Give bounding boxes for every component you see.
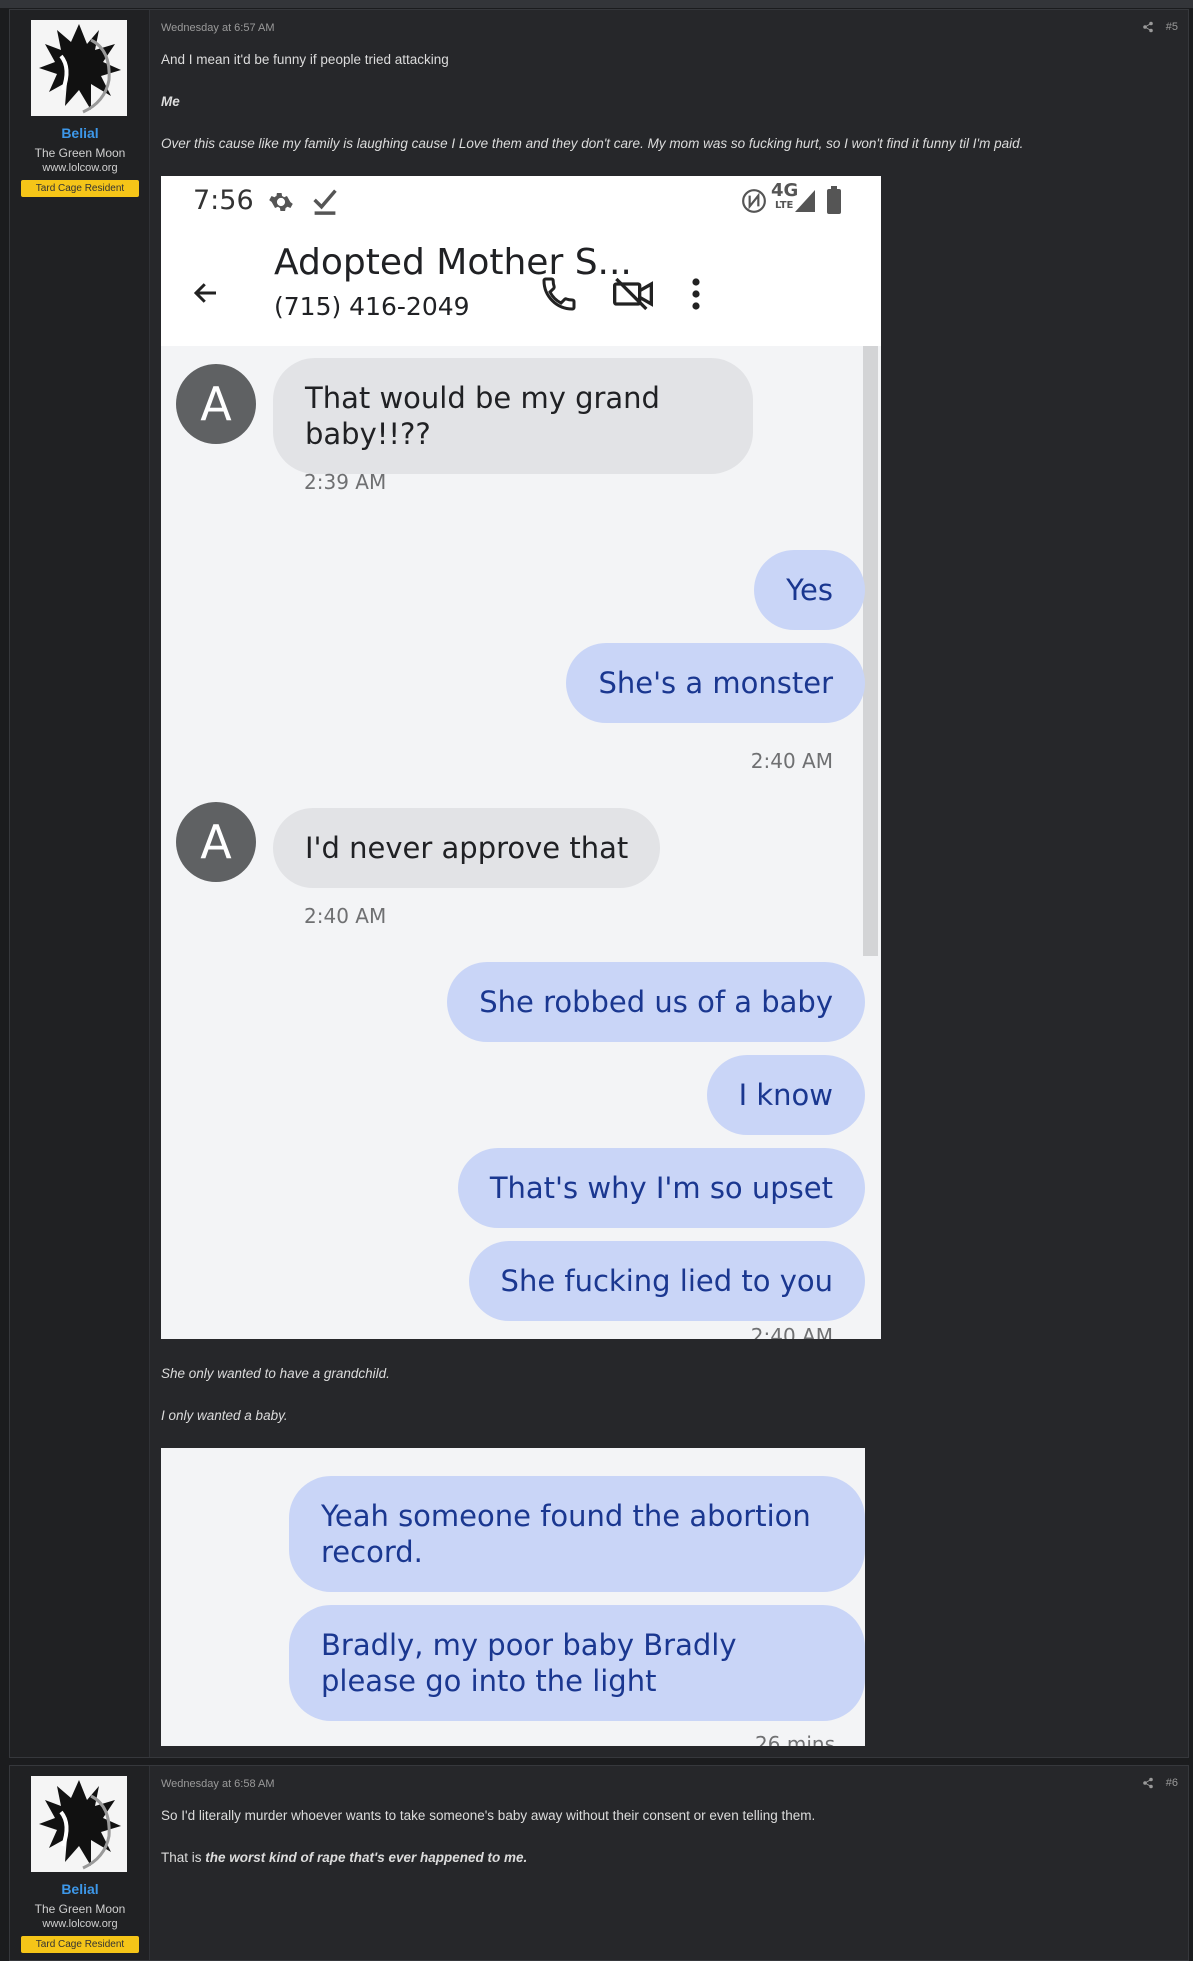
sms-screenshot: Yeah someone found the abortion record. … — [161, 1448, 865, 1746]
message-bubble-outgoing[interactable]: She's a monster — [566, 643, 865, 723]
share-icon[interactable] — [1142, 1777, 1154, 1789]
post-number[interactable]: #5 — [1166, 21, 1178, 33]
user-site: www.lolcow.org — [42, 162, 118, 174]
message-timestamp: 2:40 AM — [750, 749, 833, 773]
post: Belial The Green Moon www.lolcow.org Tar… — [9, 9, 1189, 1758]
post-number[interactable]: #6 — [1166, 1777, 1178, 1789]
message-timestamp: 2:39 AM — [304, 470, 387, 494]
contact-avatar: A — [176, 364, 256, 444]
post-text: So I'd literally murder whoever wants to… — [161, 1808, 816, 1823]
user-sidebar: Belial The Green Moon www.lolcow.org Tar… — [10, 1766, 150, 1960]
status-time: 7:56 — [193, 185, 254, 216]
user-sidebar: Belial The Green Moon www.lolcow.org Tar… — [10, 10, 150, 1757]
post-text: I only wanted a baby. — [161, 1408, 288, 1423]
post-text: Over this cause like my family is laughi… — [161, 136, 1024, 151]
user-badge: Tard Cage Resident — [21, 1936, 139, 1953]
post: Belial The Green Moon www.lolcow.org Tar… — [9, 1765, 1189, 1961]
avatar[interactable] — [31, 20, 127, 116]
battery-icon — [827, 186, 841, 214]
message-timestamp: 2:40 AM — [304, 904, 387, 928]
top-bar — [0, 0, 1193, 8]
back-arrow-icon[interactable] — [191, 278, 221, 308]
message-bubble-outgoing[interactable]: Bradly, my poor baby Bradly please go in… — [289, 1605, 865, 1721]
network-subtype: LTE — [775, 200, 794, 211]
phone-status-bar: 7:56 4G LTE — [161, 176, 881, 226]
contact-avatar: A — [176, 802, 256, 882]
conversation-header: Adopted Mother S... (715) 416-2049 — [161, 226, 881, 346]
post-text: Me — [161, 94, 180, 109]
user-title: The Green Moon — [34, 1902, 126, 1916]
user-badge: Tard Cage Resident — [21, 180, 139, 197]
message-bubble-outgoing[interactable]: Yeah someone found the abortion record. — [289, 1476, 865, 1592]
post-actions: #6 — [1142, 1777, 1178, 1789]
post-text: And I mean it'd be funny if people tried… — [161, 52, 449, 67]
username-link[interactable]: Belial — [10, 125, 150, 141]
post-date[interactable]: Wednesday at 6:57 AM — [161, 22, 275, 34]
contact-phone: (715) 416-2049 — [274, 292, 470, 321]
avatar[interactable] — [31, 1776, 127, 1872]
message-timestamp: 26 mins — [755, 1732, 835, 1746]
post-text-emphasis: the worst kind of rape that's ever happe… — [205, 1850, 528, 1865]
signal-icon — [795, 190, 815, 212]
user-title: The Green Moon — [34, 146, 126, 160]
message-bubble-outgoing[interactable]: She fucking lied to you — [468, 1241, 865, 1321]
nfc-icon — [742, 189, 766, 213]
message-bubble-outgoing[interactable]: That's why I'm so upset — [457, 1148, 865, 1228]
more-vert-icon[interactable] — [689, 276, 703, 312]
post-actions: #5 — [1142, 21, 1178, 33]
message-bubble-incoming[interactable]: That would be my grand baby!!?? — [273, 358, 753, 474]
username-link[interactable]: Belial — [10, 1881, 150, 1897]
phone-icon[interactable] — [539, 274, 579, 314]
message-bubble-outgoing[interactable]: Yes — [754, 550, 865, 630]
post-text-prefix: That is — [161, 1850, 206, 1865]
message-bubble-outgoing[interactable]: She robbed us of a baby — [447, 962, 865, 1042]
video-off-icon[interactable] — [611, 274, 655, 314]
message-timestamp: 2:40 AM — [750, 1324, 833, 1339]
post-date[interactable]: Wednesday at 6:58 AM — [161, 1778, 275, 1790]
settings-icon — [269, 193, 293, 211]
download-icon — [313, 189, 337, 215]
scroll-thumb[interactable] — [863, 346, 878, 956]
user-site: www.lolcow.org — [42, 1918, 118, 1930]
message-bubble-incoming[interactable]: I'd never approve that — [273, 808, 661, 888]
message-bubble-outgoing[interactable]: I know — [706, 1055, 865, 1135]
share-icon[interactable] — [1142, 21, 1154, 33]
post-text: She only wanted to have a grandchild. — [161, 1366, 390, 1381]
sms-screenshot: 7:56 4G LTE Adopted Mother S... (715) 41… — [161, 176, 881, 1339]
post-text: That is the worst kind of rape that's ev… — [161, 1850, 527, 1865]
